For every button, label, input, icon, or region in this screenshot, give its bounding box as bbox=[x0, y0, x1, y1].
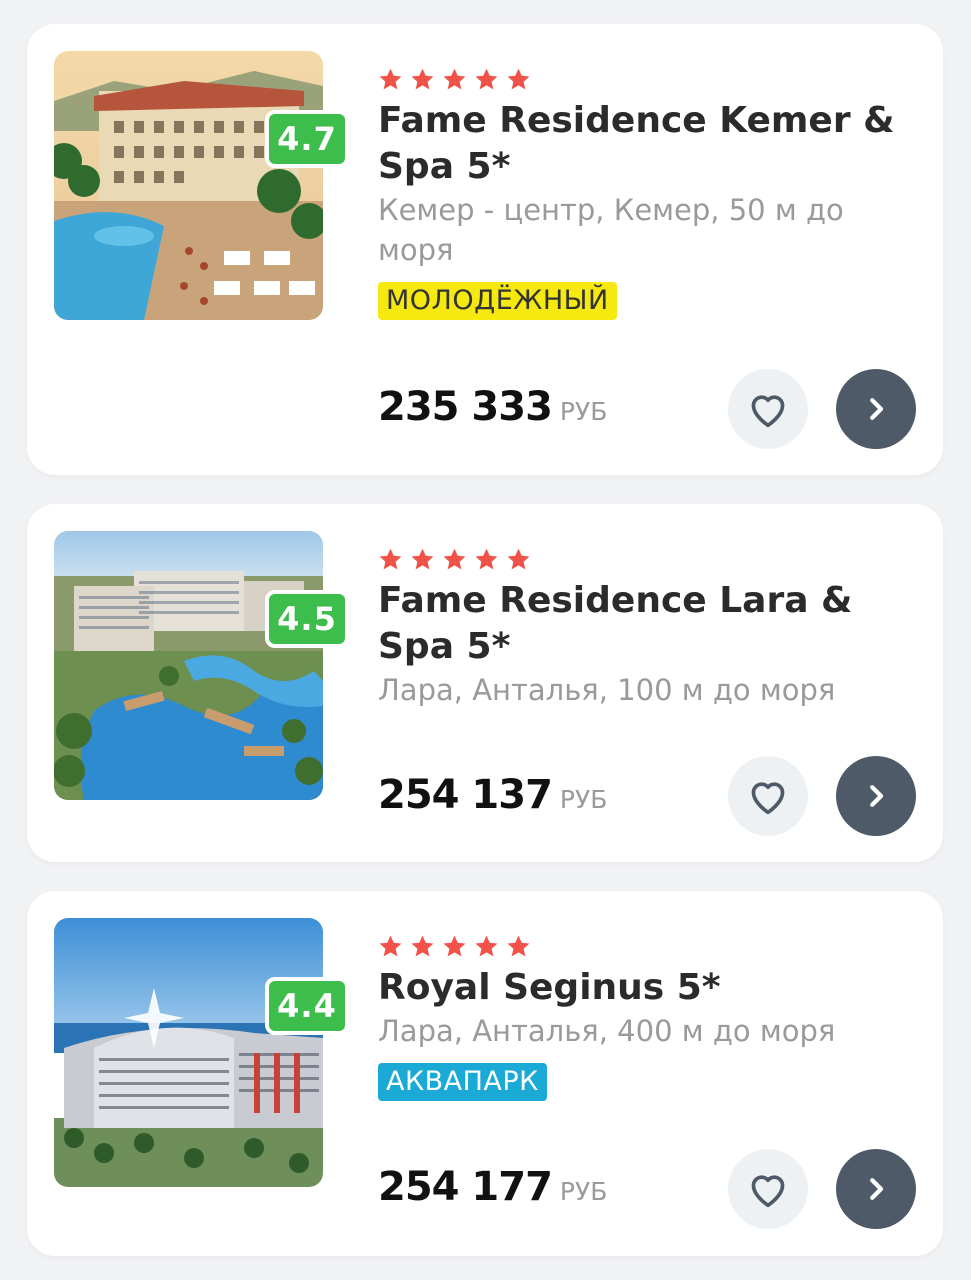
star-icon bbox=[475, 935, 498, 956]
star-icon bbox=[507, 935, 530, 956]
heart-icon bbox=[751, 395, 785, 428]
hotel-card[interactable]: 4.5 Fame Residence Lara & Spa 5* Лара, А… bbox=[27, 504, 943, 862]
rating-badge: 4.5 bbox=[265, 590, 349, 648]
star-rating bbox=[378, 931, 908, 961]
open-hotel-button[interactable] bbox=[836, 1149, 916, 1229]
star-icon bbox=[443, 548, 466, 569]
hotel-list: 4.7 Fame Residence Kemer & Spa 5* Кемер … bbox=[0, 0, 971, 1280]
star-rating bbox=[378, 544, 908, 574]
star-icon bbox=[379, 548, 402, 569]
hotel-tag: МОЛОДЁЖНЫЙ bbox=[378, 282, 617, 320]
price-currency: РУБ bbox=[559, 1177, 608, 1206]
price-value: 254 137 bbox=[378, 772, 553, 818]
star-icon bbox=[507, 548, 530, 569]
star-rating bbox=[378, 64, 908, 94]
hotel-location: Лара, Анталья, 400 м до моря bbox=[378, 1014, 836, 1048]
favorite-button[interactable] bbox=[728, 1149, 808, 1229]
hotel-info: Royal Seginus 5* Лара, Анталья, 400 м до… bbox=[378, 931, 908, 1101]
chevron-right-icon bbox=[870, 1178, 884, 1200]
hotel-card[interactable]: 4.4 Royal Seginus 5* Лара, Анталья, 400 … bbox=[27, 891, 943, 1256]
price: 235 333 РУБ bbox=[378, 384, 607, 430]
hotel-tag: АКВАПАРК bbox=[378, 1063, 547, 1101]
hotel-photo[interactable] bbox=[54, 918, 323, 1187]
hotel-name[interactable]: Fame Residence Lara & Spa 5* bbox=[378, 578, 908, 670]
star-icon bbox=[443, 68, 466, 89]
price-currency: РУБ bbox=[559, 785, 608, 814]
hotel-info: Fame Residence Lara & Spa 5* Лара, Антал… bbox=[378, 544, 908, 710]
price-value: 235 333 bbox=[378, 384, 553, 430]
heart-icon bbox=[751, 1175, 785, 1208]
hotel-card[interactable]: 4.7 Fame Residence Kemer & Spa 5* Кемер … bbox=[27, 24, 943, 475]
chevron-right-icon bbox=[870, 398, 884, 420]
star-icon bbox=[475, 548, 498, 569]
star-icon bbox=[411, 548, 434, 569]
price-value: 254 177 bbox=[378, 1164, 553, 1210]
hotel-photo[interactable] bbox=[54, 531, 323, 800]
hotel-photo[interactable] bbox=[54, 51, 323, 320]
price-currency: РУБ bbox=[559, 397, 608, 426]
rating-badge: 4.7 bbox=[265, 110, 349, 168]
hotel-location: Лара, Анталья, 100 м до моря bbox=[378, 673, 836, 707]
open-hotel-button[interactable] bbox=[836, 369, 916, 449]
favorite-button[interactable] bbox=[728, 756, 808, 836]
star-icon bbox=[507, 68, 530, 89]
open-hotel-button[interactable] bbox=[836, 756, 916, 836]
heart-icon bbox=[751, 782, 785, 815]
hotel-location: Кемер - центр, Кемер, 50 м до моря bbox=[378, 193, 844, 267]
star-icon bbox=[379, 68, 402, 89]
star-icon bbox=[475, 68, 498, 89]
star-icon bbox=[379, 935, 402, 956]
hotel-info: Fame Residence Kemer & Spa 5* Кемер - це… bbox=[378, 64, 908, 320]
hotel-name[interactable]: Fame Residence Kemer & Spa 5* bbox=[378, 98, 908, 190]
star-icon bbox=[411, 68, 434, 89]
rating-badge: 4.4 bbox=[265, 977, 349, 1035]
hotel-name[interactable]: Royal Seginus 5* bbox=[378, 965, 908, 1011]
price: 254 137 РУБ bbox=[378, 772, 607, 818]
star-icon bbox=[411, 935, 434, 956]
favorite-button[interactable] bbox=[728, 369, 808, 449]
chevron-right-icon bbox=[870, 785, 884, 807]
star-icon bbox=[443, 935, 466, 956]
price: 254 177 РУБ bbox=[378, 1164, 607, 1210]
